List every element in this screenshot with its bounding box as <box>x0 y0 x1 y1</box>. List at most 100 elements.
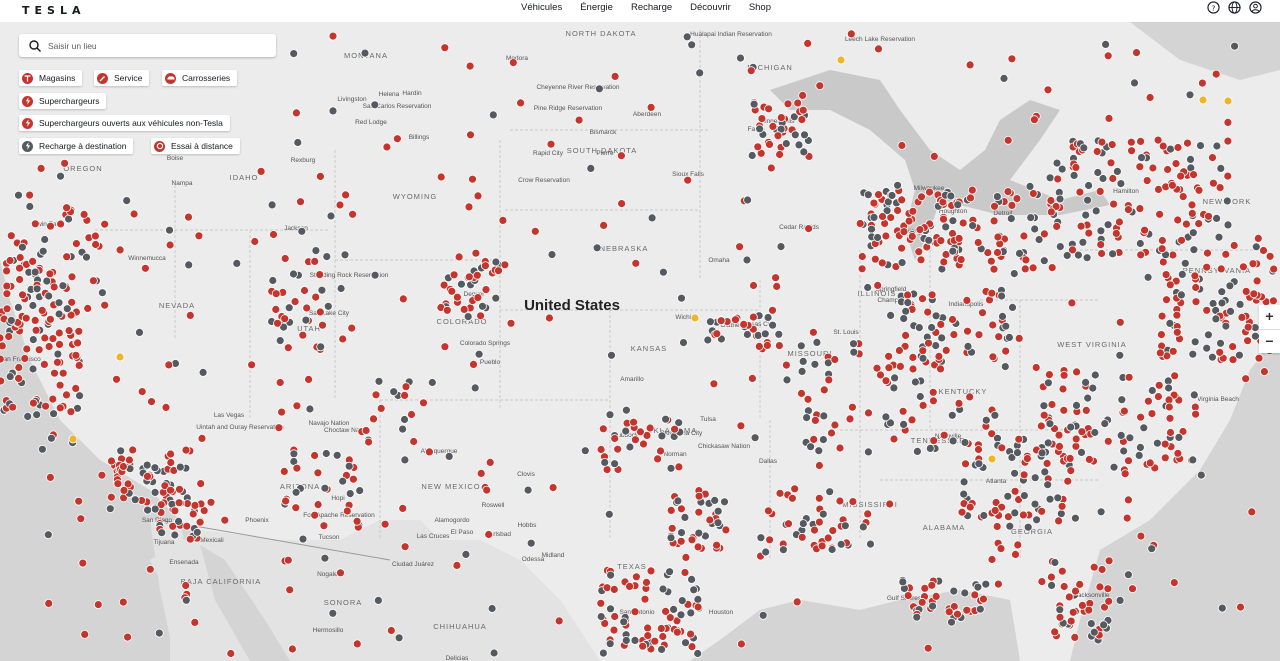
destination-charger-marker[interactable] <box>893 180 902 190</box>
supercharger-marker[interactable] <box>824 375 834 385</box>
destination-charger-marker[interactable] <box>1084 181 1093 190</box>
supercharger-marker[interactable] <box>1189 170 1198 180</box>
supercharger-marker[interactable] <box>737 639 746 649</box>
destination-charger-marker[interactable] <box>948 216 958 226</box>
supercharger-marker[interactable] <box>1030 115 1039 125</box>
supercharger-marker[interactable] <box>1249 289 1259 299</box>
supercharger-marker[interactable] <box>873 280 883 290</box>
supercharger-marker[interactable] <box>315 171 325 181</box>
supercharger-marker[interactable] <box>1067 298 1077 308</box>
supercharger-marker[interactable] <box>895 346 904 355</box>
destination-charger-marker[interactable] <box>975 604 985 614</box>
supercharger-marker[interactable] <box>753 142 763 152</box>
supercharger-marker[interactable] <box>798 91 807 100</box>
destination-charger-marker[interactable] <box>899 419 908 429</box>
destination-charger-marker[interactable] <box>1230 41 1239 51</box>
supercharger-marker[interactable] <box>1168 180 1177 190</box>
supercharger-marker[interactable] <box>508 58 518 67</box>
destination-charger-marker[interactable] <box>621 426 631 436</box>
supercharger-marker[interactable] <box>1046 207 1056 217</box>
supercharger-marker[interactable] <box>1070 633 1080 642</box>
supercharger-marker[interactable] <box>472 270 482 280</box>
supercharger-marker[interactable] <box>899 227 909 237</box>
supercharger-marker[interactable] <box>181 581 191 590</box>
supercharger-marker[interactable] <box>754 341 764 351</box>
supercharger-marker[interactable] <box>897 243 906 253</box>
destination-charger-marker[interactable] <box>268 276 278 285</box>
destination-charger-marker[interactable] <box>360 48 370 58</box>
destination-charger-marker[interactable] <box>1052 158 1062 168</box>
supercharger-marker[interactable] <box>129 209 139 219</box>
supercharger-marker[interactable] <box>424 447 434 457</box>
supercharger-marker[interactable] <box>55 380 65 390</box>
supercharger-marker[interactable] <box>961 459 970 469</box>
destination-charger-marker[interactable] <box>1130 78 1139 88</box>
supercharger-marker[interactable] <box>166 449 176 459</box>
destination-charger-marker[interactable] <box>760 329 770 339</box>
destination-charger-marker[interactable] <box>1235 299 1245 309</box>
supercharger-marker[interactable] <box>1106 158 1116 168</box>
supercharger-marker[interactable] <box>1020 264 1030 274</box>
destination-charger-marker[interactable] <box>1211 314 1221 324</box>
supercharger-marker[interactable] <box>1248 259 1258 269</box>
destination-charger-marker[interactable] <box>1083 393 1093 403</box>
supercharger-marker[interactable] <box>901 330 910 340</box>
supercharger-marker[interactable] <box>936 319 946 329</box>
supercharger-marker[interactable] <box>749 281 758 290</box>
destination-charger-marker[interactable] <box>267 200 277 210</box>
supercharger-marker[interactable] <box>464 202 474 212</box>
destination-charger-marker[interactable] <box>1188 228 1198 238</box>
destination-charger-marker[interactable] <box>797 366 807 376</box>
supercharger-marker[interactable] <box>694 491 704 501</box>
supercharger-marker[interactable] <box>298 330 308 340</box>
destination-charger-marker[interactable] <box>1134 450 1144 460</box>
supercharger-marker[interactable] <box>279 466 289 476</box>
destination-charger-marker[interactable] <box>488 110 498 120</box>
supercharger-marker[interactable] <box>949 330 959 340</box>
supercharger-marker[interactable] <box>1209 178 1218 188</box>
supercharger-marker[interactable] <box>962 605 972 615</box>
supercharger-marker[interactable] <box>1124 372 1134 382</box>
supercharger-marker[interactable] <box>680 568 690 577</box>
supercharger-marker[interactable] <box>903 290 912 300</box>
supercharger-marker[interactable] <box>1155 348 1165 358</box>
destination-charger-marker[interactable] <box>947 410 957 420</box>
supercharger-marker[interactable] <box>1202 262 1212 272</box>
supercharger-marker[interactable] <box>1168 250 1178 260</box>
destination-charger-marker[interactable] <box>1044 378 1053 388</box>
destination-charger-marker[interactable] <box>606 604 615 614</box>
supercharger-marker[interactable] <box>693 602 703 612</box>
supercharger-marker[interactable] <box>196 479 206 489</box>
destination-charger-marker[interactable] <box>1096 226 1106 236</box>
destination-charger-marker[interactable] <box>819 435 828 445</box>
supercharger-marker[interactable] <box>941 345 951 355</box>
supercharger-marker[interactable] <box>775 341 784 351</box>
destination-charger-marker[interactable] <box>799 147 809 157</box>
destination-charger-marker[interactable] <box>305 404 315 414</box>
supercharger-marker[interactable] <box>857 252 867 261</box>
supercharger-marker[interactable] <box>2 304 12 314</box>
supercharger-marker[interactable] <box>869 198 879 208</box>
supercharger-marker[interactable] <box>44 342 54 351</box>
supercharger-marker[interactable] <box>56 219 65 229</box>
supercharger-marker[interactable] <box>275 378 285 387</box>
supercharger-marker[interactable] <box>1145 458 1155 468</box>
supercharger-marker[interactable] <box>989 216 999 226</box>
supercharger-marker[interactable] <box>31 325 41 335</box>
destination-charger-marker[interactable] <box>621 636 631 645</box>
destination-charger-marker[interactable] <box>38 246 48 256</box>
supercharger-marker[interactable] <box>119 462 128 471</box>
supercharger-marker[interactable] <box>119 485 129 495</box>
supercharger-marker[interactable] <box>1215 347 1225 357</box>
supercharger-marker[interactable] <box>1216 264 1226 274</box>
supercharger-marker[interactable] <box>1001 346 1011 356</box>
supercharger-marker[interactable] <box>1071 434 1081 444</box>
supercharger-marker[interactable] <box>336 568 345 578</box>
supercharger-marker[interactable] <box>640 594 650 604</box>
destination-charger-marker[interactable] <box>1090 428 1100 437</box>
store-marker[interactable] <box>836 55 846 65</box>
supercharger-marker[interactable] <box>280 254 290 263</box>
supercharger-marker[interactable] <box>1037 577 1047 586</box>
destination-charger-marker[interactable] <box>693 649 703 658</box>
supercharger-marker[interactable] <box>73 338 82 348</box>
